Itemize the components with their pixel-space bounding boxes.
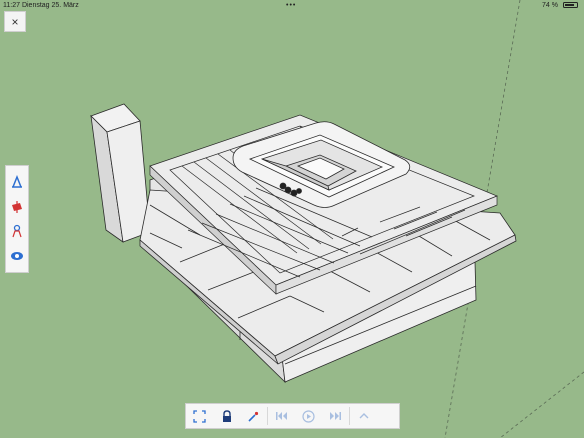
red-axis-line — [499, 371, 584, 438]
close-icon: × — [11, 14, 19, 29]
eye-icon — [11, 251, 23, 260]
tape-measure-tool[interactable] — [8, 173, 26, 191]
position-camera-icon — [12, 225, 22, 238]
skip-back-icon — [276, 412, 287, 420]
skip-back-button[interactable] — [268, 404, 295, 428]
measure-icon — [12, 175, 22, 188]
tool-palette — [5, 165, 29, 273]
section-plane-tool[interactable] — [8, 198, 26, 216]
bottom-toolbar — [185, 403, 400, 429]
skip-forward-button[interactable] — [322, 404, 349, 428]
lock-button[interactable] — [213, 404, 240, 428]
chevron-up-icon — [359, 413, 368, 419]
play-icon — [302, 409, 315, 423]
magic-wand-button[interactable] — [240, 404, 267, 428]
lock-icon — [222, 409, 231, 422]
chimney-block — [90, 103, 151, 243]
play-button[interactable] — [295, 404, 322, 428]
expand-up-button[interactable] — [350, 404, 377, 428]
model-viewport[interactable] — [0, 0, 584, 438]
close-button[interactable]: × — [4, 11, 26, 32]
wand-icon — [248, 411, 259, 422]
zoom-extents-button[interactable] — [186, 404, 213, 428]
skip-forward-icon — [330, 412, 341, 420]
walk-tool[interactable] — [8, 222, 26, 240]
section-icon — [12, 200, 22, 213]
zoom-extents-icon — [193, 409, 206, 423]
look-around-tool[interactable] — [8, 247, 26, 265]
